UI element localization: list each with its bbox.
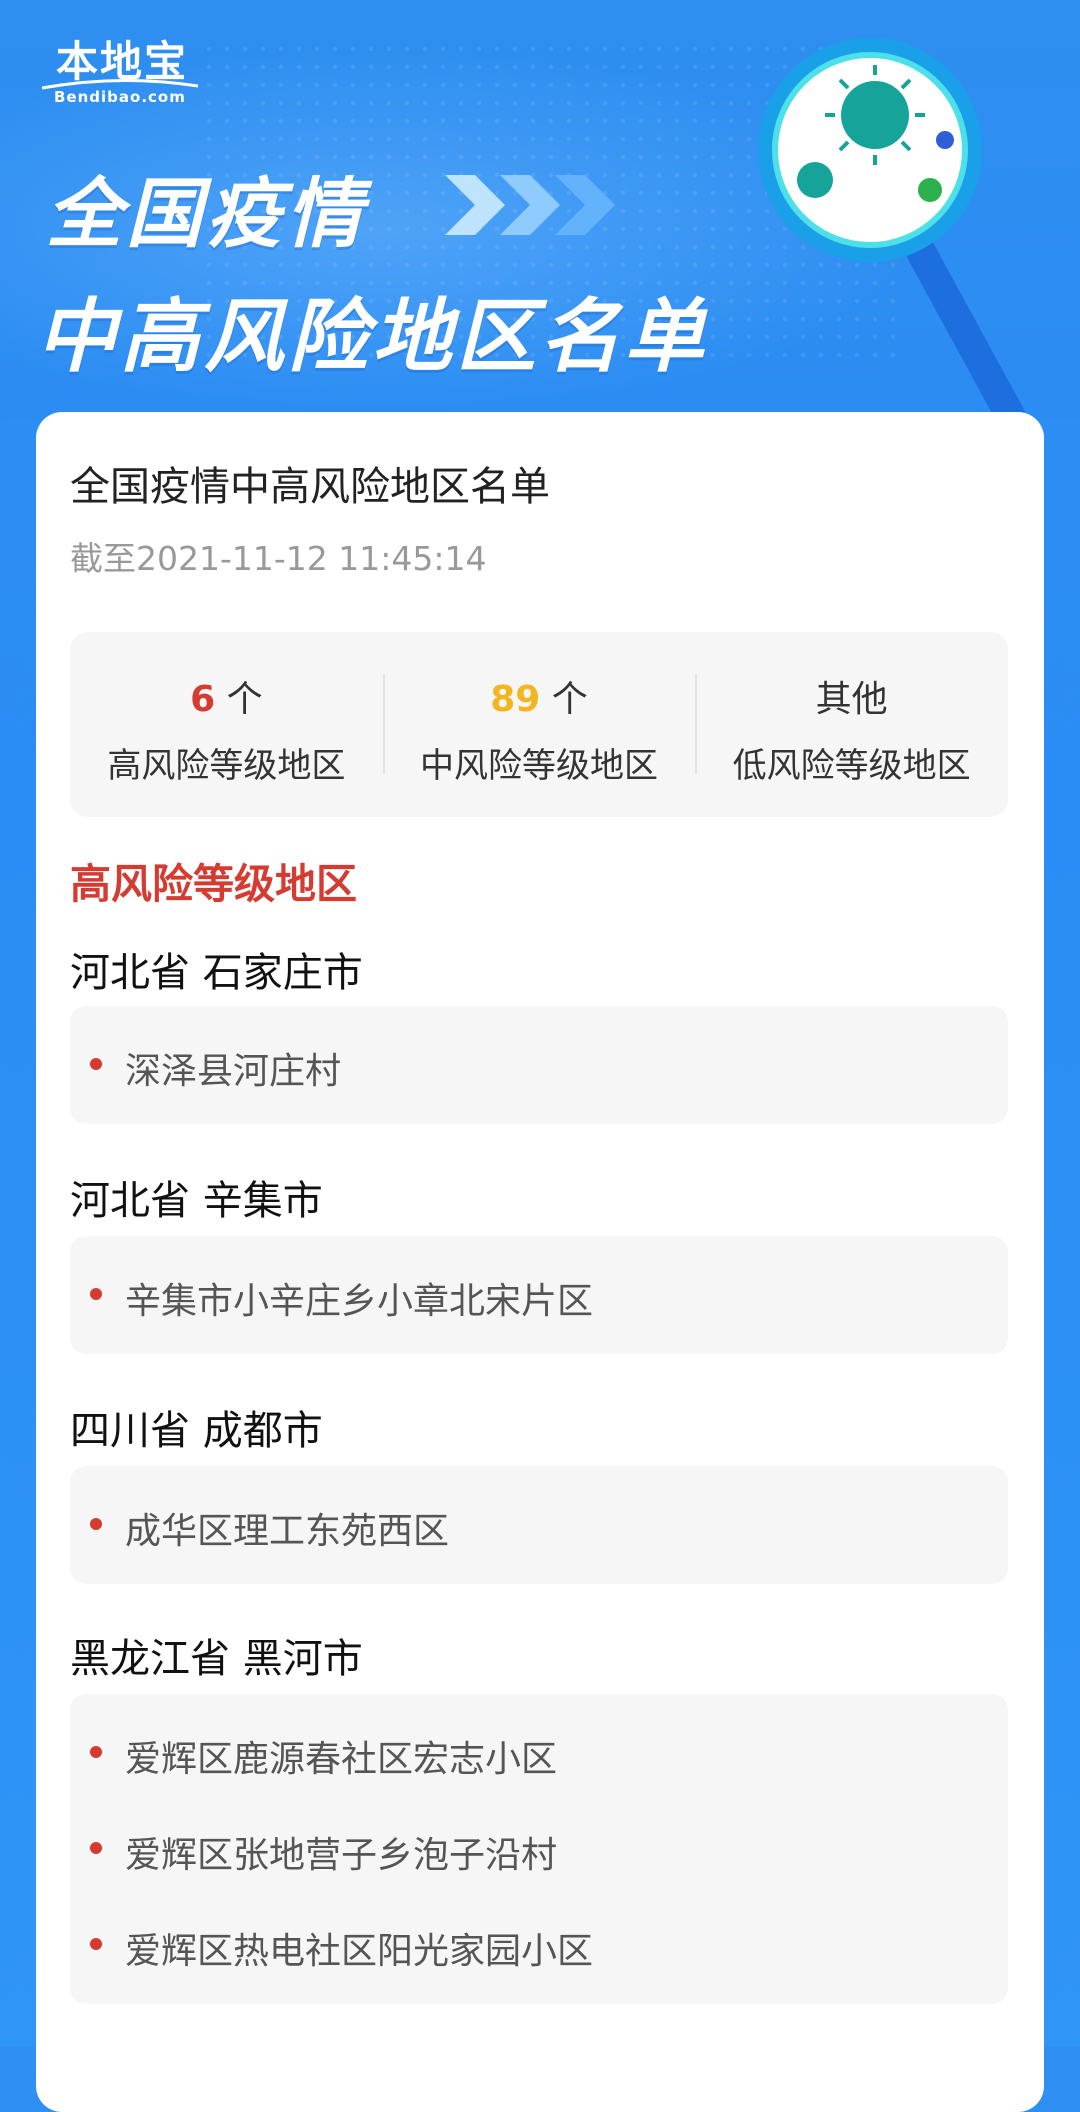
- area-name: 成华区理工东苑西区: [125, 1511, 450, 1552]
- header-banner: 本地宝 Bendibao.com 全国疫情 中高风险地区名单: [0, 0, 1080, 420]
- stat-low-risk[interactable]: 其他 低风险等级地区: [695, 632, 1008, 817]
- high-risk-count: 6: [190, 679, 216, 720]
- magnifier-virus-icon: [758, 38, 1025, 420]
- bullet-dot-icon: [90, 1746, 102, 1758]
- list-item[interactable]: 爱辉区张地营子乡泡子沿村: [70, 1818, 1008, 1878]
- banner-title-line2: 中高风险地区名单: [36, 290, 708, 383]
- stat-high-risk[interactable]: 6 个 高风险等级地区: [70, 632, 383, 817]
- section-heading-high-risk: 高风险等级地区: [70, 860, 357, 908]
- region-title: 四川省 成都市: [70, 1408, 323, 1454]
- region-title: 河北省 辛集市: [70, 1178, 323, 1224]
- area-name: 爱辉区鹿源春社区宏志小区: [125, 1739, 558, 1780]
- high-risk-label: 高风险等级地区: [107, 746, 346, 786]
- list-item[interactable]: 辛集市小辛庄乡小章北宋片区: [70, 1264, 1008, 1324]
- bendibao-logo: 本地宝 Bendibao.com: [36, 28, 206, 108]
- bullet-dot-icon: [90, 1842, 102, 1854]
- region-title: 黑龙江省 黑河市: [70, 1636, 363, 1682]
- page-title: 全国疫情中高风险地区名单: [70, 464, 550, 510]
- medium-risk-unit: 个: [551, 679, 588, 720]
- bullet-dot-icon: [90, 1938, 102, 1950]
- low-risk-value: 其他: [815, 679, 888, 720]
- banner-title-line1: 全国疫情: [46, 169, 366, 258]
- bullet-dot-icon: [90, 1518, 102, 1530]
- area-name: 爱辉区张地营子乡泡子沿村: [125, 1835, 558, 1876]
- medium-risk-count: 89: [490, 679, 541, 720]
- region-title: 河北省 石家庄市: [70, 950, 363, 996]
- bullet-dot-icon: [90, 1288, 102, 1300]
- update-timestamp: 截至2021-11-12 11:45:14: [70, 539, 487, 578]
- list-item[interactable]: 成华区理工东苑西区: [70, 1494, 1008, 1554]
- logo-domain: Bendibao.com: [54, 88, 186, 106]
- risk-summary-panel: 6 个 高风险等级地区 89 个 中风险等级地区 其他 低风险等级地区: [70, 632, 1008, 817]
- region-area-list: 爱辉区鹿源春社区宏志小区 爱辉区张地营子乡泡子沿村 爱辉区热电社区阳光家园小区: [70, 1694, 1008, 2004]
- area-name: 辛集市小辛庄乡小章北宋片区: [125, 1281, 594, 1322]
- medium-risk-label: 中风险等级地区: [420, 746, 658, 786]
- stat-medium-risk[interactable]: 89 个 中风险等级地区: [382, 632, 696, 817]
- list-item[interactable]: 深泽县河庄村: [70, 1034, 1008, 1094]
- region-area-list: 辛集市小辛庄乡小章北宋片区: [70, 1236, 1008, 1354]
- area-name: 深泽县河庄村: [125, 1051, 342, 1092]
- region-area-list: 成华区理工东苑西区: [70, 1466, 1008, 1584]
- chevron-arrows-icon: [445, 175, 615, 235]
- high-risk-unit: 个: [226, 679, 263, 720]
- area-name: 爱辉区热电社区阳光家园小区: [125, 1931, 594, 1972]
- low-risk-label: 低风险等级地区: [732, 746, 971, 786]
- bullet-dot-icon: [90, 1058, 102, 1070]
- list-item[interactable]: 爱辉区鹿源春社区宏志小区: [70, 1722, 1008, 1782]
- risk-area-card: 全国疫情中高风险地区名单 截至2021-11-12 11:45:14 6 个 高…: [36, 412, 1044, 2112]
- region-area-list: 深泽县河庄村: [70, 1006, 1008, 1124]
- list-item[interactable]: 爱辉区热电社区阳光家园小区: [70, 1914, 1008, 1974]
